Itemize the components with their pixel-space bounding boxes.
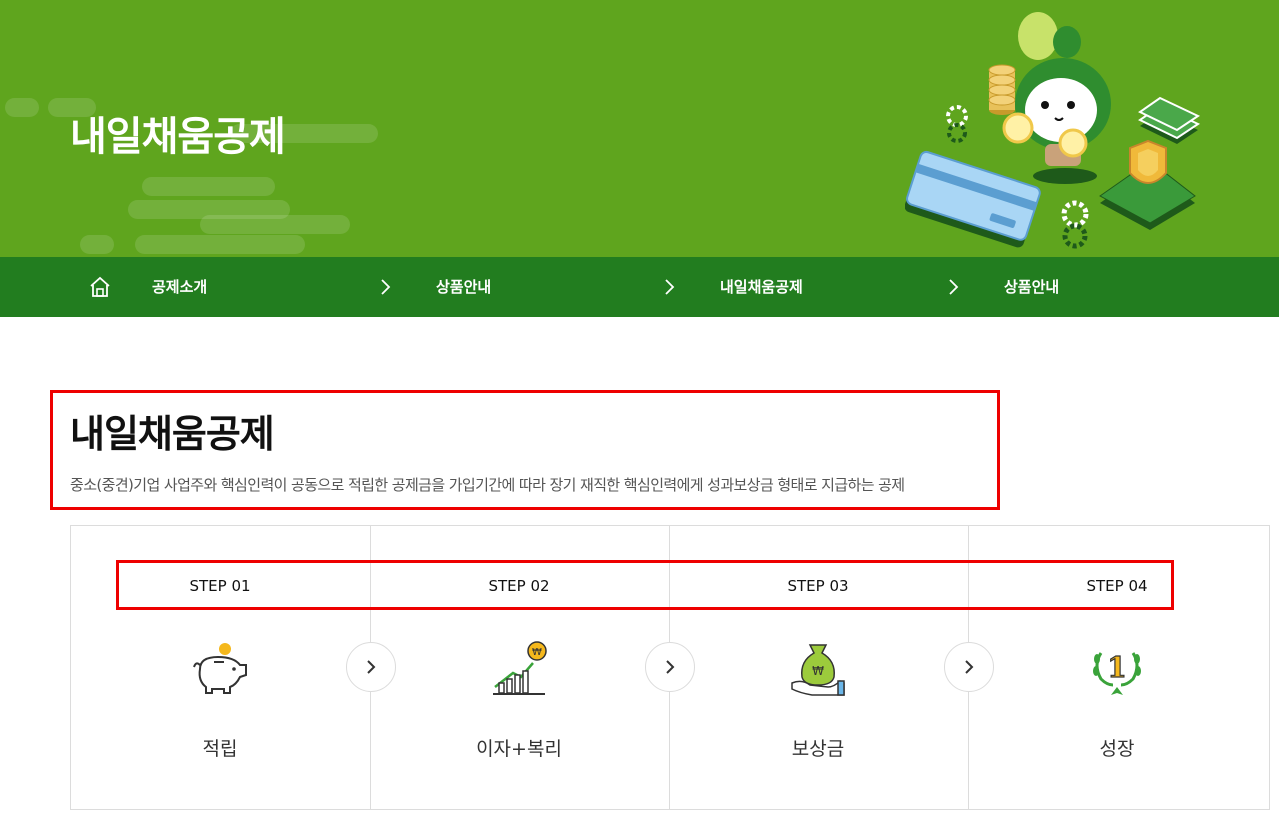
page-description: 중소(중견)기업 사업주와 핵심인력이 공동으로 적립한 공제금을 가입기간에 …	[70, 476, 905, 494]
money-bag-hand-icon: ₩	[791, 644, 845, 696]
piggy-bank-icon	[193, 643, 247, 694]
chevron-right-icon	[367, 660, 376, 674]
step-name: 적립	[202, 738, 238, 760]
page-title: 내일채움공제	[70, 412, 275, 456]
chevron-right-icon	[381, 279, 391, 295]
breadcrumb: 공제소개 상품안내 내일채움공제 상품안내	[0, 257, 1279, 317]
svg-text:1: 1	[1107, 651, 1126, 684]
step-label: STEP 03	[787, 577, 849, 595]
step-name: 이자+복리	[476, 738, 562, 760]
breadcrumb-item-intro[interactable]: 공제소개	[152, 276, 207, 297]
step-arrow	[944, 642, 994, 692]
step-name: 성장	[1099, 738, 1135, 760]
chevron-right-icon	[965, 660, 974, 674]
growth-chart-icon: ₩	[493, 641, 547, 695]
step-card: STEP 01 적립	[71, 526, 371, 809]
cloud-decoration	[200, 215, 350, 234]
chevron-right-icon	[666, 660, 675, 674]
step-arrow	[346, 642, 396, 692]
cloud-decoration	[135, 235, 305, 254]
step-name: 보상금	[791, 738, 845, 760]
mascot-illustration	[905, 12, 1201, 249]
step-card: STEP 04 1 성장	[968, 526, 1270, 809]
breadcrumb-item-product-info[interactable]: 상품안내	[1004, 276, 1059, 297]
svg-text:₩: ₩	[532, 647, 542, 658]
chevron-right-icon	[949, 279, 959, 295]
step-label: STEP 04	[1086, 577, 1148, 595]
home-icon[interactable]	[88, 275, 112, 299]
hero-banner: 내일채움공제	[0, 0, 1279, 257]
breadcrumb-item-products[interactable]: 상품안내	[436, 276, 491, 297]
first-place-laurel-icon: 1	[1093, 650, 1141, 695]
hero-title: 내일채움공제	[70, 114, 286, 160]
chevron-right-icon	[665, 279, 675, 295]
step-label: STEP 01	[189, 577, 251, 595]
breadcrumb-item-naeil[interactable]: 내일채움공제	[720, 276, 803, 297]
cloud-decoration	[5, 98, 39, 117]
cloud-decoration	[80, 235, 114, 254]
step-arrow	[645, 642, 695, 692]
steps-panel: STEP 01 적립 STEP 02 ₩ 이자+복리 STEP 03 ₩ 보상금…	[70, 525, 1270, 810]
step-card: STEP 03 ₩ 보상금	[669, 526, 969, 809]
cloud-decoration	[142, 177, 275, 196]
step-label: STEP 02	[488, 577, 550, 595]
step-card: STEP 02 ₩ 이자+복리	[370, 526, 670, 809]
svg-text:₩: ₩	[812, 664, 824, 678]
